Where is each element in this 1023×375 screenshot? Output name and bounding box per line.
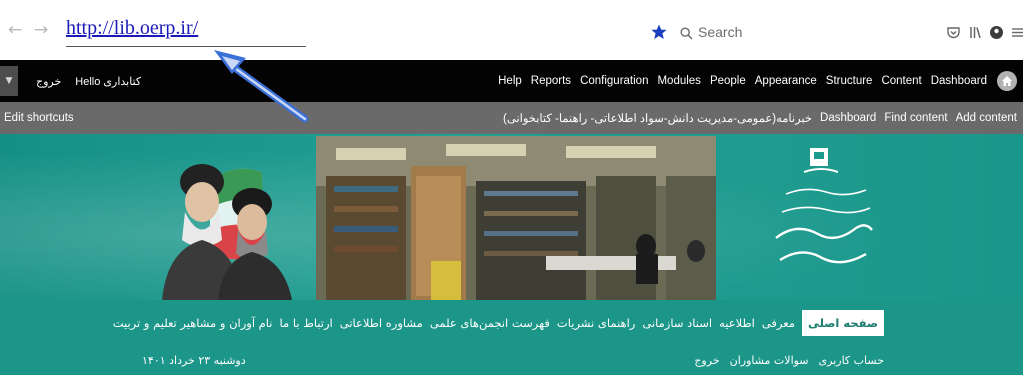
nav-item-announcements[interactable]: اطلاعیه (719, 316, 755, 330)
search-input[interactable]: Search (698, 24, 742, 40)
user-nav-consultant-questions[interactable]: سوالات مشاوران (730, 354, 809, 367)
forward-arrow-icon[interactable]: → (34, 22, 48, 39)
shortcuts-bar: Edit shortcuts خبرنامه(عمومی-مدیریت دانش… (0, 102, 1023, 134)
current-date: دوشنبه ۲۳ خرداد ۱۴۰۱ (142, 354, 246, 367)
edit-shortcuts-link[interactable]: Edit shortcuts (4, 102, 74, 134)
admin-menu-structure[interactable]: Structure (826, 75, 873, 87)
nav-item-about[interactable]: معرفی (762, 316, 795, 330)
admin-menu-content[interactable]: Content (881, 75, 921, 87)
admin-menu-modules[interactable]: Modules (657, 75, 700, 87)
admin-menu-appearance[interactable]: Appearance (755, 75, 817, 87)
browser-toolbar: ← → http://lib.oerp.ir/ Search (0, 0, 1023, 60)
nav-item-contact-us[interactable]: ارتباط با ما (280, 316, 333, 330)
url-underline (66, 46, 306, 47)
user-nav-logout[interactable]: خروج (694, 354, 719, 367)
logout-link[interactable]: خروج (36, 75, 61, 88)
menu-icon[interactable] (1010, 25, 1023, 40)
site-banner (0, 134, 1023, 300)
leaders-portrait-image (162, 164, 292, 300)
library-interior-photo (316, 136, 716, 300)
nav-item-home[interactable]: صفحه اصلی (801, 310, 884, 336)
admin-toolbar: ▼ خروج Hello کتابداری Help Reports Confi… (0, 60, 1023, 102)
nav-item-information-consulting[interactable]: مشاوره اطلاعاتی (340, 316, 423, 330)
main-navigation: صفحه اصلی معرفی اطلاعیه اسناد سازمانی را… (0, 300, 1023, 346)
user-navigation: حساب کاربری سوالات مشاوران خروج دوشنبه ۲… (0, 346, 1023, 375)
admin-menu-help[interactable]: Help (498, 75, 522, 87)
shortcut-find-content[interactable]: Find content (884, 112, 947, 124)
admin-menu-people[interactable]: People (710, 75, 746, 87)
pocket-icon[interactable] (946, 25, 961, 40)
admin-menu-dashboard[interactable]: Dashboard (931, 75, 987, 87)
nav-item-journals-guide[interactable]: راهنمای نشریات (557, 316, 635, 330)
admin-home-button[interactable] (997, 71, 1017, 91)
account-icon[interactable] (989, 25, 1004, 40)
search-icon (680, 27, 693, 40)
admin-menu: Help Reports Configuration Modules Peopl… (498, 60, 987, 102)
triangle-down-icon: ▼ (5, 76, 13, 86)
admin-menu-configuration[interactable]: Configuration (580, 75, 648, 87)
home-icon (1002, 76, 1012, 86)
user-nav-items: حساب کاربری سوالات مشاوران خروج (694, 346, 884, 375)
ministry-logo-image (775, 148, 873, 264)
admin-dropdown-toggle[interactable]: ▼ (0, 66, 18, 96)
shortcuts-menu: خبرنامه(عمومی-مدیریت دانش-سواد اطلاعاتی-… (503, 102, 1017, 134)
user-greeting[interactable]: Hello کتابداری (75, 75, 141, 88)
address-url[interactable]: http://lib.oerp.ir/ (66, 17, 198, 40)
nav-item-organizational-documents[interactable]: اسناد سازمانی (642, 316, 712, 330)
library-icon[interactable] (968, 25, 983, 40)
page: ← → http://lib.oerp.ir/ Search ▼ خروج He… (0, 0, 1023, 375)
nav-item-notable-educators[interactable]: نام آوران و مشاهیر تعلیم و تربیت (113, 316, 273, 330)
admin-menu-reports[interactable]: Reports (531, 75, 571, 87)
shortcut-dashboard[interactable]: Dashboard (820, 112, 876, 124)
user-nav-account[interactable]: حساب کاربری (819, 354, 884, 367)
back-arrow-icon[interactable]: ← (8, 22, 22, 39)
shortcut-newsletter[interactable]: خبرنامه(عمومی-مدیریت دانش-سواد اطلاعاتی-… (503, 111, 812, 125)
shortcut-add-content[interactable]: Add content (956, 112, 1017, 124)
nav-item-scientific-societies[interactable]: فهرست انجمن‌های علمی (430, 316, 550, 330)
bookmark-star-icon[interactable] (651, 24, 667, 40)
admin-user-area: خروج Hello کتابداری (36, 60, 141, 102)
main-nav-items: صفحه اصلی معرفی اطلاعیه اسناد سازمانی را… (113, 300, 884, 346)
